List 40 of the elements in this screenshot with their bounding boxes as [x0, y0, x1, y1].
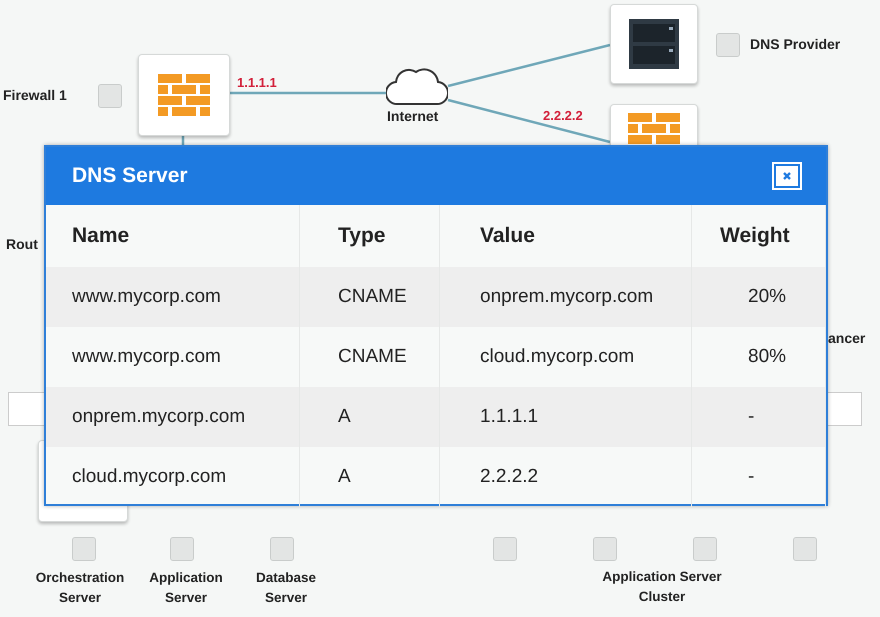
checkbox[interactable] [493, 537, 517, 561]
dialog-title: DNS Server [72, 164, 188, 188]
table-cell: - [692, 387, 826, 447]
table-cell: cloud.mycorp.com [46, 447, 300, 507]
link-label: 2.2.2.2 [543, 108, 583, 123]
table-cell: onprem.mycorp.com [46, 387, 300, 447]
table-cell: A [300, 387, 440, 447]
checkbox[interactable] [793, 537, 817, 561]
close-icon [782, 171, 792, 181]
checkbox[interactable] [98, 84, 122, 108]
brick-wall-icon [158, 74, 210, 116]
checkbox[interactable] [593, 537, 617, 561]
checkbox[interactable] [270, 537, 294, 561]
server-rack-icon [628, 19, 680, 69]
table-cell: 1.1.1.1 [440, 387, 692, 447]
table-cell: 2.2.2.2 [440, 447, 692, 507]
server-node[interactable] [610, 4, 698, 84]
connector-line [182, 135, 184, 148]
table-cell: - [692, 447, 826, 507]
table-cell: onprem.mycorp.com [440, 267, 692, 327]
node-label: Orchestration Server [34, 569, 126, 607]
firewall-node[interactable] [138, 54, 230, 136]
checkbox[interactable] [72, 537, 96, 561]
table-cell: A [300, 447, 440, 507]
close-button[interactable] [772, 162, 802, 190]
cloud-label: Internet [387, 108, 438, 124]
table-cell: CNAME [300, 267, 440, 327]
checkbox[interactable] [170, 537, 194, 561]
node-label: DNS Provider [750, 36, 840, 52]
table-cell: www.mycorp.com [46, 267, 300, 327]
node-label: Application Server [148, 569, 224, 607]
node-label: Rout [6, 236, 38, 252]
checkbox[interactable] [693, 537, 717, 561]
table-cell: 20% [692, 267, 826, 327]
link-label: 1.1.1.1 [237, 75, 277, 90]
checkbox[interactable] [716, 33, 740, 57]
node-label: Application Server Cluster [602, 568, 722, 606]
node-label: Firewall 1 [3, 87, 67, 103]
node-label: Database Server [254, 569, 318, 607]
node-label: ancer [828, 330, 866, 346]
